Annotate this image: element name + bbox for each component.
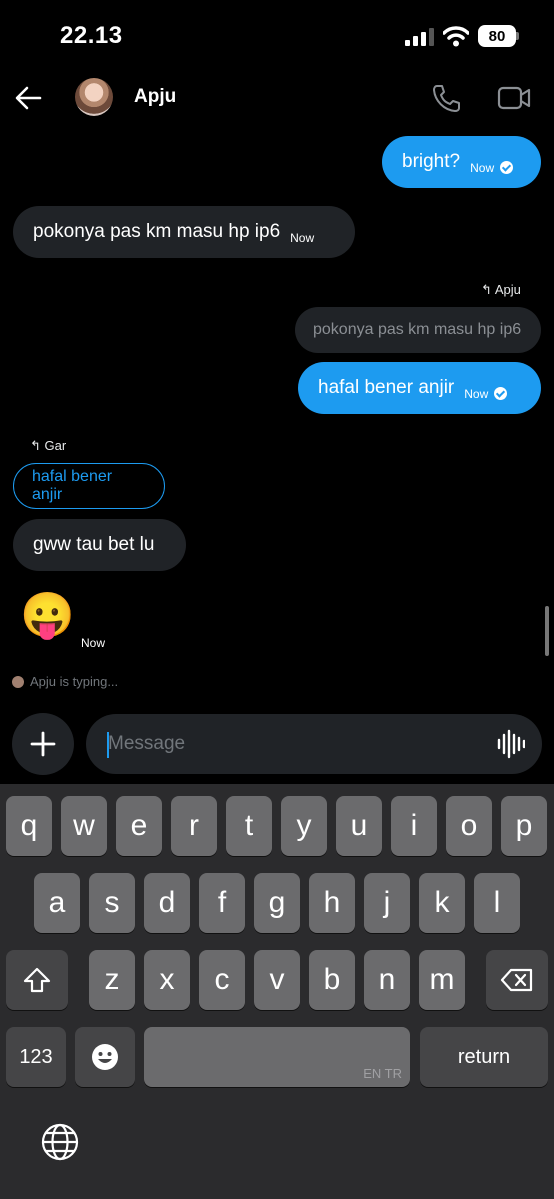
status-time: 22.13	[60, 22, 123, 49]
wifi-icon	[443, 26, 469, 47]
phone-call-icon[interactable]	[430, 82, 462, 114]
battery-level: 80	[478, 25, 516, 47]
backspace-icon	[500, 968, 533, 992]
key-p[interactable]: p	[501, 796, 547, 856]
contact-avatar[interactable]	[75, 78, 113, 116]
key-q[interactable]: q	[6, 796, 52, 856]
message-time: Now	[290, 231, 315, 245]
shift-key[interactable]	[6, 950, 68, 1010]
key-j[interactable]: j	[364, 873, 410, 933]
key-y[interactable]: y	[281, 796, 327, 856]
message-text: pokonya pas km masu hp ip6	[33, 221, 281, 242]
key-l[interactable]: l	[474, 873, 520, 933]
key-k[interactable]: k	[419, 873, 465, 933]
quoted-message[interactable]: hafal bener anjir	[13, 463, 165, 509]
globe-icon[interactable]	[40, 1122, 80, 1162]
key-c[interactable]: c	[199, 950, 245, 1010]
key-a[interactable]: a	[34, 873, 80, 933]
emoji-key[interactable]	[75, 1027, 135, 1087]
keyboard-language-hint: EN TR	[363, 1066, 402, 1081]
key-w[interactable]: w	[61, 796, 107, 856]
key-s[interactable]: s	[89, 873, 135, 933]
read-check-icon	[494, 387, 508, 400]
delete-key[interactable]	[486, 950, 548, 1010]
contact-name[interactable]: Apju	[134, 86, 176, 108]
message-bubble-outgoing[interactable]: hafal bener anjir Now	[298, 362, 541, 414]
message-text: hafal bener anjir	[318, 377, 455, 398]
key-f[interactable]: f	[199, 873, 245, 933]
key-v[interactable]: v	[254, 950, 300, 1010]
voice-message-icon[interactable]	[497, 729, 525, 759]
key-i[interactable]: i	[391, 796, 437, 856]
emoji-message[interactable]: 😛	[20, 590, 75, 642]
read-check-icon	[500, 161, 514, 174]
message-bubble-outgoing[interactable]: bright? Now	[382, 136, 541, 188]
typing-indicator: Apju is typing...	[12, 674, 118, 689]
return-key[interactable]: return	[420, 1027, 548, 1087]
message-input[interactable]	[86, 714, 542, 774]
message-text: bright?	[402, 151, 461, 172]
key-b[interactable]: b	[309, 950, 355, 1010]
message-text: gww tau bet lu	[33, 534, 155, 555]
reply-label: ↰ Apju	[481, 282, 521, 297]
key-t[interactable]: t	[226, 796, 272, 856]
quoted-message[interactable]: pokonya pas km masu hp ip6	[295, 307, 541, 353]
reply-arrow-icon: ↰	[481, 282, 492, 297]
add-attachment-button[interactable]	[12, 713, 74, 775]
emoji-face-icon	[92, 1044, 118, 1070]
battery-nub	[516, 32, 519, 40]
space-bar[interactable]: EN TR	[144, 1027, 410, 1087]
message-time: Now	[464, 387, 508, 401]
scrollbar[interactable]	[545, 606, 549, 656]
key-m[interactable]: m	[419, 950, 465, 1010]
message-bubble-incoming[interactable]: pokonya pas km masu hp ip6 Now	[13, 206, 355, 258]
cellular-signal-icon	[405, 28, 434, 46]
key-d[interactable]: d	[144, 873, 190, 933]
key-z[interactable]: z	[89, 950, 135, 1010]
key-n[interactable]: n	[364, 950, 410, 1010]
typing-avatar	[12, 675, 24, 688]
message-time: Now	[81, 636, 106, 650]
key-u[interactable]: u	[336, 796, 382, 856]
reply-arrow-icon: ↰	[30, 438, 41, 453]
video-call-icon[interactable]	[497, 84, 531, 112]
key-h[interactable]: h	[309, 873, 355, 933]
reply-label: ↰ Gar	[30, 438, 67, 453]
key-r[interactable]: r	[171, 796, 217, 856]
key-e[interactable]: e	[116, 796, 162, 856]
plus-icon	[30, 731, 56, 757]
key-g[interactable]: g	[254, 873, 300, 933]
text-cursor	[107, 732, 109, 758]
message-time: Now	[470, 161, 514, 175]
key-o[interactable]: o	[446, 796, 492, 856]
back-arrow-icon[interactable]	[14, 84, 42, 112]
shift-icon	[23, 967, 51, 993]
message-bubble-incoming[interactable]: gww tau bet lu	[13, 519, 186, 571]
numbers-key[interactable]: 123	[6, 1027, 66, 1087]
key-x[interactable]: x	[144, 950, 190, 1010]
